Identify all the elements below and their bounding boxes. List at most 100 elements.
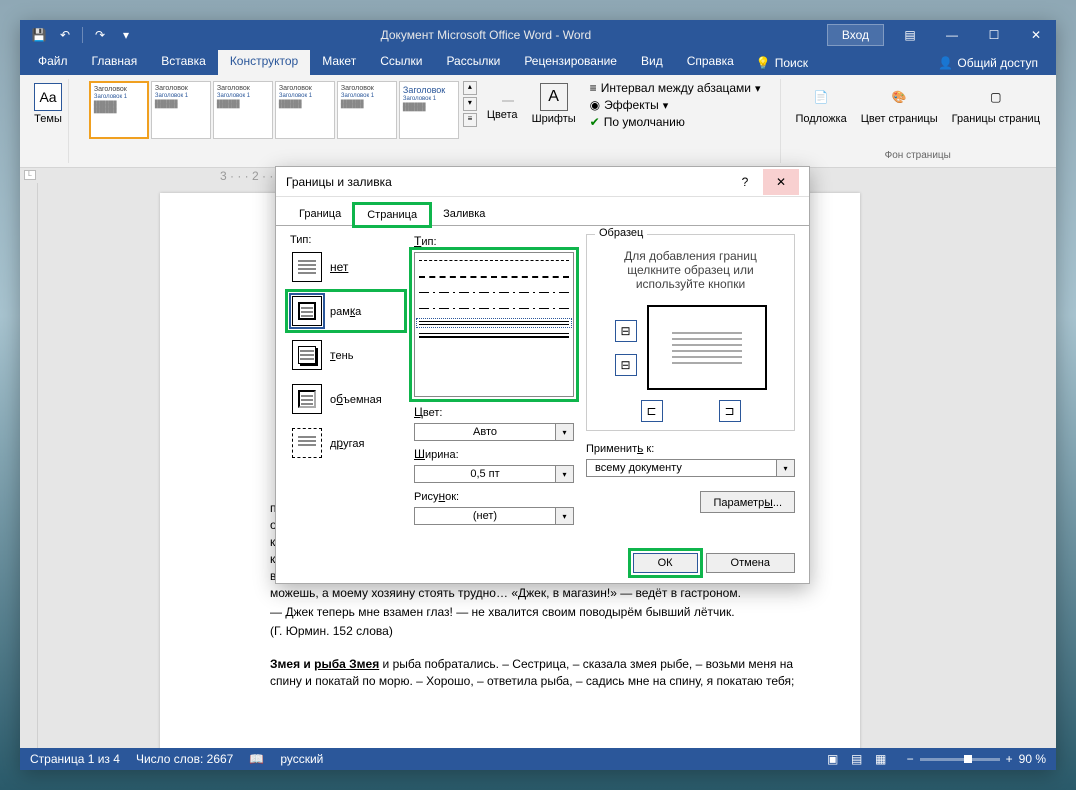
style-option[interactable]	[419, 333, 569, 338]
watermark-button[interactable]: 📄 Подложка	[789, 81, 852, 127]
gallery-down-icon[interactable]: ▾	[463, 97, 477, 111]
share-label: Общий доступ	[957, 56, 1038, 70]
style-item[interactable]: ЗаголовокЗаголовок 1████████████████	[151, 81, 211, 139]
tab-view[interactable]: Вид	[629, 50, 675, 75]
style-item[interactable]: ЗаголовокЗаголовок 1████████████████████…	[89, 81, 149, 139]
status-spellcheck-icon[interactable]: 📖	[249, 752, 264, 766]
gallery-up-icon[interactable]: ▴	[463, 81, 477, 95]
style-option[interactable]	[419, 289, 569, 297]
dialog-close-icon[interactable]: ✕	[763, 169, 799, 195]
dialog-help-icon[interactable]: ?	[727, 169, 763, 195]
style-listbox[interactable]	[414, 252, 574, 397]
statusbar: Страница 1 из 4 Число слов: 2667 📖 русск…	[20, 748, 1056, 770]
style-item[interactable]: ЗаголовокЗаголовок 1████████████████	[275, 81, 335, 139]
status-word-count[interactable]: Число слов: 2667	[136, 752, 233, 766]
parameters-button[interactable]: Параметры...	[700, 491, 795, 513]
art-label: Рисунок:	[414, 489, 574, 503]
zoom-control: − + 90 %	[907, 752, 1046, 766]
preview-label: Образец	[595, 227, 647, 239]
page-bg-group-label: Фон страницы	[885, 148, 951, 161]
tab-mailings[interactable]: Рассылки	[434, 50, 512, 75]
redo-icon[interactable]: ↷	[91, 26, 109, 44]
quick-access-toolbar: 💾 ↶ ↷ ▾	[20, 26, 145, 44]
save-icon[interactable]: 💾	[30, 26, 48, 44]
ribbon-options-icon[interactable]: ▤	[890, 21, 930, 49]
page-color-button[interactable]: 🎨 Цвет страницы	[855, 81, 944, 127]
themes-button[interactable]: Aa Темы	[30, 81, 66, 127]
type-none[interactable]: нет	[290, 250, 402, 284]
vertical-ruler[interactable]	[20, 183, 38, 748]
watermark-label: Подложка	[795, 113, 846, 125]
type-custom[interactable]: другая	[290, 426, 402, 460]
type-box[interactable]: рамка	[290, 294, 402, 328]
minimize-icon[interactable]: —	[932, 21, 972, 49]
set-default-button[interactable]: ✔По умолчанию	[590, 115, 761, 129]
edge-right-button[interactable]: ⊐	[719, 400, 741, 422]
dialog-tabs: Граница Страница Заливка	[276, 197, 809, 225]
width-label: Ширина:	[414, 447, 574, 461]
apply-to-row: Применить к: всему документу ▾ Параметры…	[586, 441, 795, 513]
tab-help[interactable]: Справка	[675, 50, 746, 75]
zoom-in-icon[interactable]: +	[1006, 752, 1013, 766]
style-item[interactable]: ЗаголовокЗаголовок 1████████████████	[337, 81, 397, 139]
preview-document[interactable]	[647, 305, 767, 390]
dropdown-icon[interactable]: ▾	[556, 507, 574, 525]
tab-home[interactable]: Главная	[80, 50, 150, 75]
type-shadow[interactable]: тень	[290, 338, 402, 372]
web-layout-icon[interactable]: ▦	[871, 751, 891, 767]
page-color-label: Цвет страницы	[861, 113, 938, 125]
undo-icon[interactable]: ↶	[56, 26, 74, 44]
gallery-more-icon[interactable]: ≡	[463, 113, 477, 127]
fonts-button[interactable]: A Шрифты	[526, 81, 582, 127]
tab-file[interactable]: Файл	[26, 50, 80, 75]
dropdown-icon[interactable]: ▾	[556, 423, 574, 441]
tab-insert[interactable]: Вставка	[149, 50, 218, 75]
effects-button[interactable]: ◉Эффекты ▾	[590, 98, 761, 112]
dialog-tab-page[interactable]: Страница	[354, 204, 430, 226]
tab-references[interactable]: Ссылки	[368, 50, 434, 75]
type-3d-label: объемная	[330, 392, 382, 406]
type-3d[interactable]: объемная	[290, 382, 402, 416]
status-page[interactable]: Страница 1 из 4	[30, 752, 120, 766]
ok-button[interactable]: ОК	[633, 553, 698, 573]
dropdown-icon[interactable]: ▾	[556, 465, 574, 483]
tell-me-search[interactable]: 💡 Поиск	[746, 50, 818, 75]
style-gallery[interactable]: ЗаголовокЗаголовок 1████████████████████…	[89, 81, 459, 139]
dropdown-icon[interactable]: ▾	[777, 459, 795, 477]
share-button[interactable]: 👤 Общий доступ	[926, 50, 1050, 75]
style-option-selected[interactable]	[419, 321, 569, 325]
login-button[interactable]: Вход	[827, 24, 884, 46]
style-option[interactable]	[419, 257, 569, 265]
edge-bottom-button[interactable]: ⊟	[615, 354, 637, 376]
colors-button[interactable]: Цвета	[481, 81, 524, 123]
read-mode-icon[interactable]: ▣	[823, 751, 843, 767]
apply-dropdown[interactable]: всему документу ▾	[586, 459, 795, 477]
zoom-slider[interactable]	[920, 758, 1000, 761]
qat-dropdown-icon[interactable]: ▾	[117, 26, 135, 44]
width-dropdown[interactable]: 0,5 пт ▾	[414, 465, 574, 483]
status-language[interactable]: русский	[280, 752, 323, 766]
style-option[interactable]	[419, 273, 569, 281]
style-option[interactable]	[419, 305, 569, 313]
tab-layout[interactable]: Макет	[310, 50, 368, 75]
dialog-tab-fill[interactable]: Заливка	[430, 203, 498, 225]
color-dropdown[interactable]: Авто ▾	[414, 423, 574, 441]
print-layout-icon[interactable]: ▤	[847, 751, 867, 767]
style-item[interactable]: ЗаголовокЗаголовок 1████████████████	[213, 81, 273, 139]
cancel-button[interactable]: Отмена	[706, 553, 795, 573]
spacing-label: Интервал между абзацами	[601, 81, 751, 95]
edge-top-button[interactable]: ⊟	[615, 320, 637, 342]
dialog-tab-border[interactable]: Граница	[286, 203, 354, 225]
paragraph-spacing-button[interactable]: ≡Интервал между абзацами ▾	[590, 81, 761, 95]
page-borders-button[interactable]: ▢ Границы страниц	[946, 81, 1046, 127]
edge-left-button[interactable]: ⊏	[641, 400, 663, 422]
close-icon[interactable]: ✕	[1016, 21, 1056, 49]
maximize-icon[interactable]: ☐	[974, 21, 1014, 49]
tab-design[interactable]: Конструктор	[218, 50, 310, 75]
ribbon-tabs: Файл Главная Вставка Конструктор Макет С…	[20, 50, 1056, 75]
zoom-value[interactable]: 90 %	[1019, 752, 1046, 766]
art-dropdown[interactable]: (нет) ▾	[414, 507, 574, 525]
tab-review[interactable]: Рецензирование	[512, 50, 629, 75]
zoom-out-icon[interactable]: −	[907, 752, 914, 766]
style-item[interactable]: ЗаголовокЗаголовок 1████████████████	[399, 81, 459, 139]
